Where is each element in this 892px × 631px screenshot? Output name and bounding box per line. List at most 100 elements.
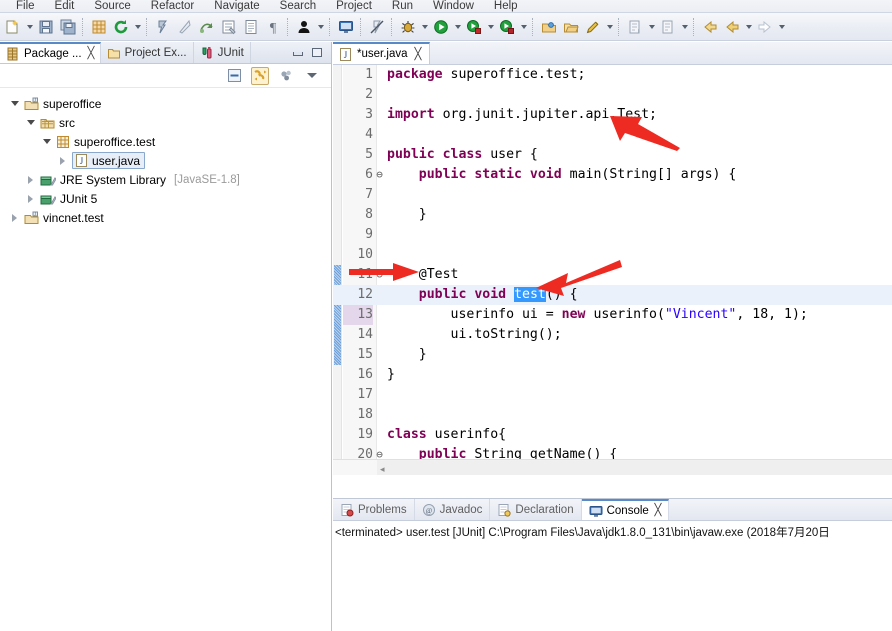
bottom-tab-declaration[interactable]: Declaration bbox=[490, 499, 582, 520]
menu-item-file[interactable]: File bbox=[6, 0, 45, 12]
left-tab-package[interactable]: Package ... ╳ bbox=[0, 42, 101, 63]
package-explorer-tree[interactable]: Jsuperoffice src superoffice.test Juser.jav… bbox=[0, 88, 331, 630]
close-icon[interactable]: ╳ bbox=[654, 504, 661, 517]
minimize-button[interactable] bbox=[292, 47, 304, 58]
menu-item-run[interactable]: Run bbox=[382, 0, 423, 12]
menu-item-window[interactable]: Window bbox=[423, 0, 484, 12]
code-line-8[interactable]: 8 } bbox=[333, 205, 892, 225]
close-icon[interactable]: ╳ bbox=[87, 47, 94, 60]
refresh-icon[interactable] bbox=[110, 16, 132, 38]
step-return-icon[interactable] bbox=[196, 16, 218, 38]
collapse-all-button[interactable] bbox=[225, 67, 243, 85]
tree-item-jre-system-library[interactable]: JRE System Library [JavaSE-1.8] bbox=[0, 170, 331, 189]
open-package-icon[interactable] bbox=[538, 16, 560, 38]
view-menu-button[interactable] bbox=[303, 67, 321, 85]
chevron-down-icon[interactable] bbox=[132, 16, 143, 38]
new-wizard-icon[interactable] bbox=[2, 16, 24, 38]
menu-item-project[interactable]: Project bbox=[326, 0, 382, 12]
debug-perspective-icon[interactable] bbox=[293, 16, 315, 38]
code-line-1[interactable]: 1 package superoffice.test; bbox=[333, 65, 892, 85]
chevron-down-icon[interactable] bbox=[518, 16, 529, 38]
open-task-icon[interactable] bbox=[240, 16, 262, 38]
console-output[interactable]: <terminated> user.test [JUnit] C:\Progra… bbox=[333, 521, 892, 631]
coverage-icon[interactable] bbox=[463, 16, 485, 38]
editor-horizontal-scrollbar[interactable]: ◂ bbox=[333, 459, 892, 475]
menu-item-refactor[interactable]: Refactor bbox=[141, 0, 204, 12]
scrollbar-track[interactable]: ◂ bbox=[377, 460, 892, 475]
left-tab-junit[interactable]: JUnit bbox=[193, 42, 251, 63]
chevron-down-icon[interactable] bbox=[679, 16, 690, 38]
code-line-15[interactable]: 15 } bbox=[333, 345, 892, 365]
fold-toggle-icon[interactable]: ⊖ bbox=[374, 165, 385, 185]
open-console-icon[interactable] bbox=[335, 16, 357, 38]
toggle-breakpoint-icon[interactable] bbox=[152, 16, 174, 38]
code-line-18[interactable]: 18 bbox=[333, 405, 892, 425]
tree-item-superoffice[interactable]: Jsuperoffice bbox=[0, 94, 331, 113]
code-lines[interactable]: 1 package superoffice.test; 2 3 import org.j… bbox=[333, 65, 892, 475]
code-line-11[interactable]: 11 ⊖ @Test bbox=[333, 265, 892, 285]
chevron-right-icon[interactable] bbox=[24, 192, 37, 205]
chevron-down-icon[interactable] bbox=[646, 16, 657, 38]
open-type-icon[interactable] bbox=[218, 16, 240, 38]
chevron-down-icon[interactable] bbox=[604, 16, 615, 38]
forward-icon[interactable] bbox=[754, 16, 776, 38]
chevron-right-icon[interactable] bbox=[56, 154, 69, 167]
bottom-tab-javadoc[interactable]: @ Javadoc bbox=[415, 499, 491, 520]
search-pencil-icon[interactable] bbox=[582, 16, 604, 38]
chevron-down-icon[interactable] bbox=[419, 16, 430, 38]
code-line-5[interactable]: 5 public class user { bbox=[333, 145, 892, 165]
tree-item-src[interactable]: src bbox=[0, 113, 331, 132]
next-annotation-icon[interactable] bbox=[624, 16, 646, 38]
skip-all-breakpoints-icon[interactable] bbox=[366, 16, 388, 38]
open-folder-icon[interactable] bbox=[560, 16, 582, 38]
previous-annotation-icon[interactable] bbox=[657, 16, 679, 38]
chevron-down-icon[interactable] bbox=[452, 16, 463, 38]
code-line-7[interactable]: 7 bbox=[333, 185, 892, 205]
code-line-14[interactable]: 14 ui.toString(); bbox=[333, 325, 892, 345]
chevron-down-icon[interactable] bbox=[40, 135, 53, 148]
chevron-right-icon[interactable] bbox=[24, 173, 37, 186]
bottom-tab-problems[interactable]: Problems bbox=[333, 499, 415, 520]
chevron-down-icon[interactable] bbox=[8, 97, 21, 110]
fold-toggle-icon[interactable]: ⊖ bbox=[374, 265, 385, 285]
scroll-left-arrow-icon[interactable]: ◂ bbox=[377, 464, 385, 474]
chevron-down-icon[interactable] bbox=[485, 16, 496, 38]
code-editor[interactable]: 1 package superoffice.test; 2 3 import org.j… bbox=[333, 65, 892, 475]
maximize-button[interactable] bbox=[311, 47, 323, 58]
code-line-3[interactable]: 3 import org.junit.jupiter.api.Test; bbox=[333, 105, 892, 125]
menu-item-source[interactable]: Source bbox=[84, 0, 140, 12]
code-line-12[interactable]: 12 public void test() { bbox=[333, 285, 892, 305]
bottom-tab-console[interactable]: Console ╳ bbox=[581, 499, 669, 520]
close-icon[interactable]: ╳ bbox=[414, 48, 421, 61]
forward-back-icon[interactable] bbox=[721, 16, 743, 38]
code-line-13[interactable]: 13 userinfo ui = new userinfo("Vincent",… bbox=[333, 305, 892, 325]
chevron-right-icon[interactable] bbox=[8, 211, 21, 224]
pilcrow-icon[interactable]: ¶ bbox=[262, 16, 284, 38]
back-icon[interactable] bbox=[699, 16, 721, 38]
chevron-down-icon[interactable] bbox=[24, 116, 37, 129]
menu-item-navigate[interactable]: Navigate bbox=[204, 0, 269, 12]
code-line-16[interactable]: 16} bbox=[333, 365, 892, 385]
code-line-9[interactable]: 9 bbox=[333, 225, 892, 245]
menu-item-help[interactable]: Help bbox=[484, 0, 528, 12]
code-line-19[interactable]: 19 class userinfo{ bbox=[333, 425, 892, 445]
menu-item-search[interactable]: Search bbox=[270, 0, 326, 12]
left-tab-project-ex[interactable]: Project Ex... bbox=[100, 42, 194, 63]
code-line-4[interactable]: 4 bbox=[333, 125, 892, 145]
save-icon[interactable] bbox=[35, 16, 57, 38]
chevron-down-icon[interactable] bbox=[24, 16, 35, 38]
code-line-2[interactable]: 2 bbox=[333, 85, 892, 105]
tree-item-vincnet.test[interactable]: Jvincnet.test bbox=[0, 208, 331, 227]
tree-item-superoffice.test[interactable]: superoffice.test bbox=[0, 132, 331, 151]
run-icon[interactable] bbox=[430, 16, 452, 38]
chevron-down-icon[interactable] bbox=[776, 16, 787, 38]
editor-tab-user-java[interactable]: J *user.java ╳ bbox=[333, 42, 430, 64]
new-java-package-icon[interactable] bbox=[88, 16, 110, 38]
skip-breakpoints-icon[interactable] bbox=[174, 16, 196, 38]
link-with-editor-button[interactable] bbox=[251, 66, 269, 85]
debug-icon[interactable] bbox=[397, 16, 419, 38]
tree-item-user.java[interactable]: Juser.java bbox=[0, 151, 331, 170]
tree-item-junit-5[interactable]: JUnit 5 bbox=[0, 189, 331, 208]
external-tools-icon[interactable] bbox=[496, 16, 518, 38]
code-line-17[interactable]: 17 bbox=[333, 385, 892, 405]
